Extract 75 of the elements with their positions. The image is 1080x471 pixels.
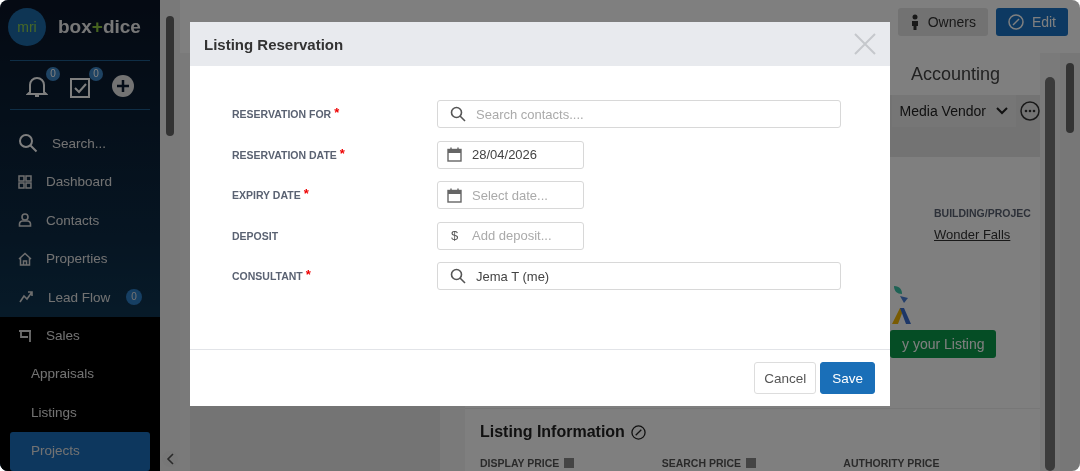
sign-icon (18, 328, 32, 343)
help-icon[interactable] (564, 458, 575, 468)
placeholder: Search contacts.... (476, 106, 584, 122)
placeholder: Add deposit... (472, 228, 552, 244)
search-field[interactable]: Jema T (me) (437, 262, 841, 291)
calendar-icon (447, 187, 462, 203)
scrollbar[interactable] (160, 0, 180, 471)
logo-text: + (91, 16, 103, 37)
field-label: BUILDING/PROJEC (934, 207, 1031, 219)
section-title: Listing Information (480, 423, 625, 441)
required-mark: * (303, 189, 309, 200)
promo-button[interactable]: y your Listing (890, 330, 997, 358)
clipboard-check-icon[interactable] (69, 75, 91, 99)
search-icon (450, 268, 466, 285)
field-value: Jema T (me) (476, 268, 550, 284)
edit-icon (1007, 14, 1024, 30)
help-icon[interactable] (746, 458, 757, 468)
tab[interactable]: Accounting (910, 63, 1000, 85)
chevron-left-icon (166, 453, 174, 465)
date-field[interactable]: 28/04/2026 (437, 140, 584, 169)
cancel-button[interactable]: Cancel (754, 362, 817, 394)
sidebar-item[interactable]: Contacts (0, 201, 160, 240)
header-button[interactable]: Edit (995, 8, 1068, 36)
grid-icon (18, 174, 32, 189)
person-icon (18, 213, 32, 228)
logo-icon (890, 306, 912, 326)
logo-badge: mri (8, 8, 46, 46)
sidebar-item[interactable]: Dashboard (0, 162, 160, 201)
sidebar-item[interactable]: Search... (0, 124, 160, 163)
search-icon (18, 133, 38, 154)
sidebar-subitem[interactable]: Appraisals (10, 355, 150, 394)
column-label: SEARCH PRICE (661, 457, 742, 469)
date-field[interactable]: Select date... (437, 181, 584, 210)
sidebar-item[interactable]: Sales (0, 316, 160, 355)
more-icon[interactable] (1020, 101, 1040, 121)
scrollbar[interactable] (1045, 77, 1055, 471)
search-field[interactable]: Search contacts.... (437, 100, 841, 129)
field-label: CONSULTANT (232, 270, 303, 283)
field-label: DEPOSIT (232, 229, 279, 242)
column-label: DISPLAY PRICE (480, 457, 560, 469)
scrollbar-thumb[interactable] (166, 16, 174, 136)
save-button[interactable]: Save (820, 362, 875, 394)
field-label: RESERVATION DATE (232, 148, 337, 161)
count-badge: 0 (46, 67, 60, 81)
required-mark: * (305, 270, 311, 281)
logo-text: box (58, 16, 92, 37)
required-mark: * (339, 148, 345, 159)
header-button[interactable]: Owners (897, 8, 988, 36)
calendar-icon (447, 147, 462, 163)
count-badge: 0 (126, 289, 142, 306)
scrollbar-thumb[interactable] (1066, 63, 1074, 133)
logo-text: dice (102, 16, 141, 37)
placeholder: Select date... (472, 187, 548, 203)
field-label: RESERVATION FOR (232, 108, 332, 121)
count-badge: 0 (89, 67, 103, 81)
sidebar-subitem[interactable]: Listings (10, 393, 150, 432)
house-icon (18, 251, 32, 266)
dialog-title: Listing Reservation (204, 35, 344, 53)
field-value: 28/04/2026 (472, 147, 538, 163)
amount-field[interactable]: $ Add deposit... (437, 221, 584, 250)
bell-icon[interactable] (26, 75, 48, 99)
column-label: AUTHORITY PRICE (843, 457, 940, 469)
sidebar-item[interactable]: Lead Flow 0 (0, 278, 160, 317)
chevron-down-icon (996, 107, 1008, 115)
field-label: EXPIRY DATE (232, 189, 301, 202)
flow-icon (18, 290, 34, 305)
add-icon[interactable] (112, 75, 134, 97)
sidebar-item[interactable]: Properties (0, 239, 160, 278)
person-icon (909, 14, 920, 30)
search-icon (450, 106, 466, 123)
building-link[interactable]: Wonder Falls (934, 227, 1011, 242)
edit-icon[interactable] (630, 424, 646, 440)
sidebar-subitem[interactable]: Projects (10, 432, 150, 471)
required-mark: * (334, 108, 340, 119)
currency-sign: $ (449, 228, 460, 244)
